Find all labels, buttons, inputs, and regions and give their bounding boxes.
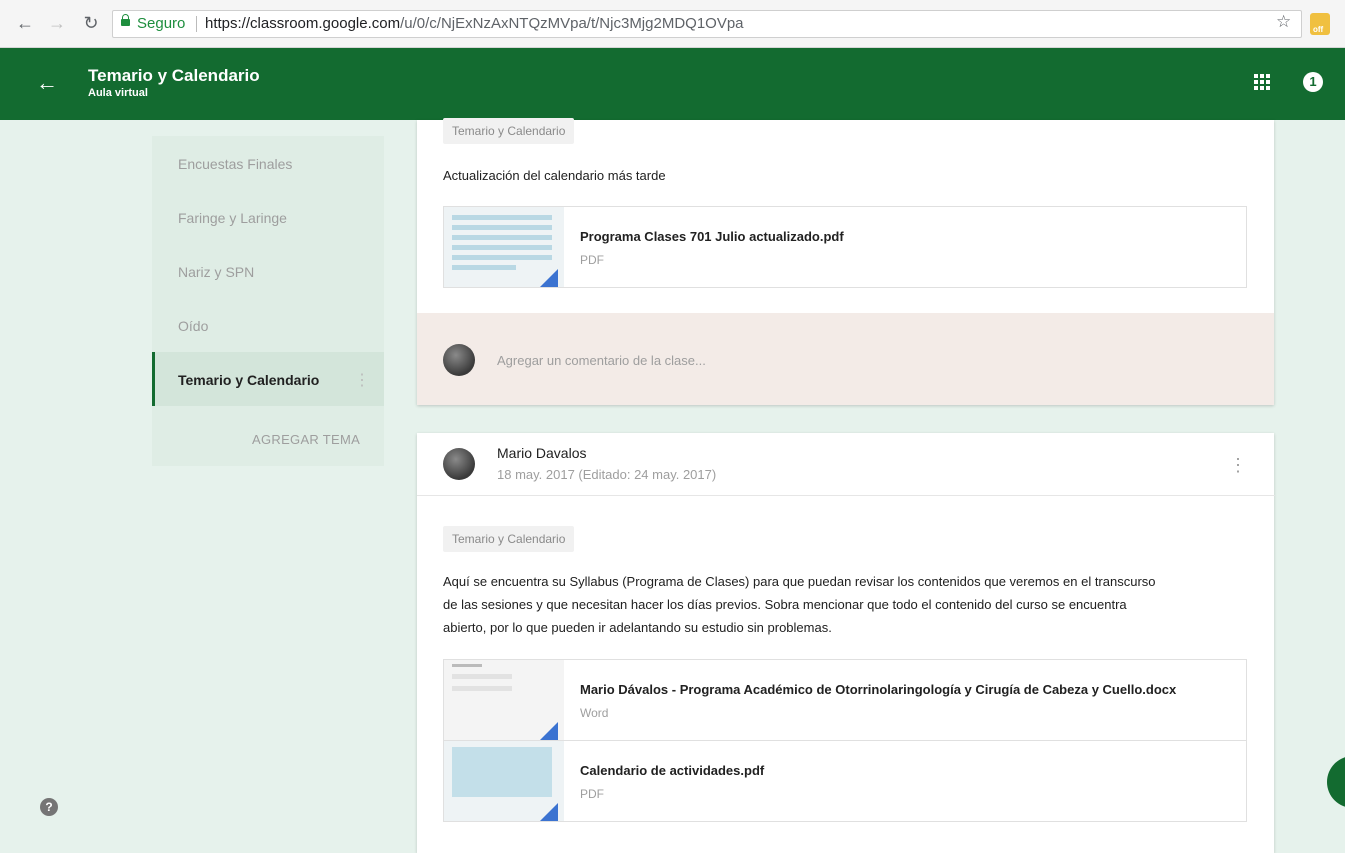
address-bar[interactable]: Seguro https://classroom.google.com/u/0/… bbox=[112, 10, 1302, 38]
forward-arrow-icon[interactable]: → bbox=[46, 12, 68, 34]
drive-corner-icon bbox=[540, 722, 558, 740]
sidebar-item-oido[interactable]: Oído bbox=[178, 318, 208, 334]
add-topic-button[interactable]: AGREGAR TEMA bbox=[252, 432, 360, 447]
avatar bbox=[443, 344, 475, 376]
sidebar-item-faringe-laringe[interactable]: Faringe y Laringe bbox=[178, 210, 287, 226]
more-options-icon[interactable]: ⋮ bbox=[354, 370, 370, 390]
attachment-pdf[interactable]: Programa Clases 701 Julio actualizado.pd… bbox=[443, 206, 1247, 288]
notification-badge[interactable]: 1 bbox=[1303, 72, 1323, 92]
post-text-line: de las sesiones y que necesitan hacer lo… bbox=[443, 597, 1127, 612]
pdf-thumbnail bbox=[444, 207, 564, 287]
attachment-type: Word bbox=[580, 706, 609, 720]
attachment-title: Programa Clases 701 Julio actualizado.pd… bbox=[580, 229, 844, 244]
bookmark-star-icon[interactable]: ☆ bbox=[1276, 12, 1291, 32]
post-card: Mario Davalos 18 may. 2017 (Editado: 24 … bbox=[417, 433, 1275, 853]
post-text: Actualización del calendario más tarde bbox=[443, 168, 666, 183]
class-subtitle: Aula virtual bbox=[88, 87, 148, 99]
attachment-docx[interactable]: Mario Dávalos - Programa Académico de Ot… bbox=[443, 659, 1247, 741]
url-text[interactable]: https://classroom.google.com/u/0/c/NjExN… bbox=[205, 11, 744, 37]
back-arrow-icon[interactable]: ← bbox=[36, 70, 58, 96]
app-bar: ← Temario y Calendario Aula virtual 1 bbox=[0, 48, 1345, 120]
page-title: Temario y Calendario bbox=[88, 66, 260, 85]
divider bbox=[417, 495, 1275, 496]
pdf-thumbnail bbox=[444, 741, 564, 821]
selected-topic-indicator bbox=[152, 352, 155, 406]
back-arrow-icon[interactable]: ← bbox=[14, 12, 36, 34]
comment-input[interactable]: Agregar un comentario de la clase... bbox=[497, 353, 706, 368]
attachment-pdf[interactable]: Calendario de actividades.pdf PDF bbox=[443, 740, 1247, 822]
class-comment-bar[interactable]: Agregar un comentario de la clase... bbox=[417, 313, 1274, 405]
avatar bbox=[443, 448, 475, 480]
help-icon[interactable]: ? bbox=[40, 798, 58, 816]
sidebar-item-temario-calendario[interactable]: Temario y Calendario bbox=[178, 372, 319, 388]
url-host: https://classroom.google.com bbox=[205, 15, 401, 32]
extension-badge: off bbox=[1313, 25, 1324, 34]
browser-toolbar: ← → ↻ Seguro https://classroom.google.co… bbox=[0, 0, 1345, 48]
drive-corner-icon bbox=[540, 269, 558, 287]
reload-icon[interactable]: ↻ bbox=[80, 12, 102, 34]
attachment-type: PDF bbox=[580, 253, 604, 267]
doc-thumbnail bbox=[444, 660, 564, 740]
attachment-title: Calendario de actividades.pdf bbox=[580, 763, 765, 778]
post-text-line: Aquí se encuentra su Syllabus (Programa … bbox=[443, 574, 1156, 589]
lock-icon bbox=[121, 14, 130, 26]
apps-grid-icon[interactable] bbox=[1254, 74, 1270, 90]
extension-icon[interactable]: off bbox=[1310, 13, 1330, 35]
topic-chip[interactable]: Temario y Calendario bbox=[443, 526, 575, 552]
post-author[interactable]: Mario Davalos bbox=[497, 445, 586, 461]
sidebar-item-nariz-spn[interactable]: Nariz y SPN bbox=[178, 264, 254, 280]
divider bbox=[196, 16, 197, 32]
sidebar-item-encuestas-finales[interactable]: Encuestas Finales bbox=[178, 156, 292, 172]
attachment-type: PDF bbox=[580, 787, 604, 801]
secure-label: Seguro bbox=[137, 15, 186, 32]
post-text: Aquí se encuentra su Syllabus (Programa … bbox=[443, 570, 1243, 639]
more-options-icon[interactable]: ⋮ bbox=[1229, 455, 1247, 476]
attachment-title: Mario Dávalos - Programa Académico de Ot… bbox=[580, 682, 1177, 697]
topic-chip[interactable]: Temario y Calendario bbox=[443, 118, 575, 144]
fab-button[interactable] bbox=[1327, 756, 1345, 808]
post-date: 18 may. 2017 (Editado: 24 may. 2017) bbox=[497, 467, 717, 482]
url-path: /u/0/c/NjExNzAxNTQzMVpa/t/Njc3Mjg2MDQ1OV… bbox=[400, 15, 744, 32]
topics-sidebar: Encuestas Finales Faringe y Laringe Nari… bbox=[152, 136, 384, 466]
drive-corner-icon bbox=[540, 803, 558, 821]
post-text-line: abierto, por lo que pueden ir adelantand… bbox=[443, 620, 832, 635]
